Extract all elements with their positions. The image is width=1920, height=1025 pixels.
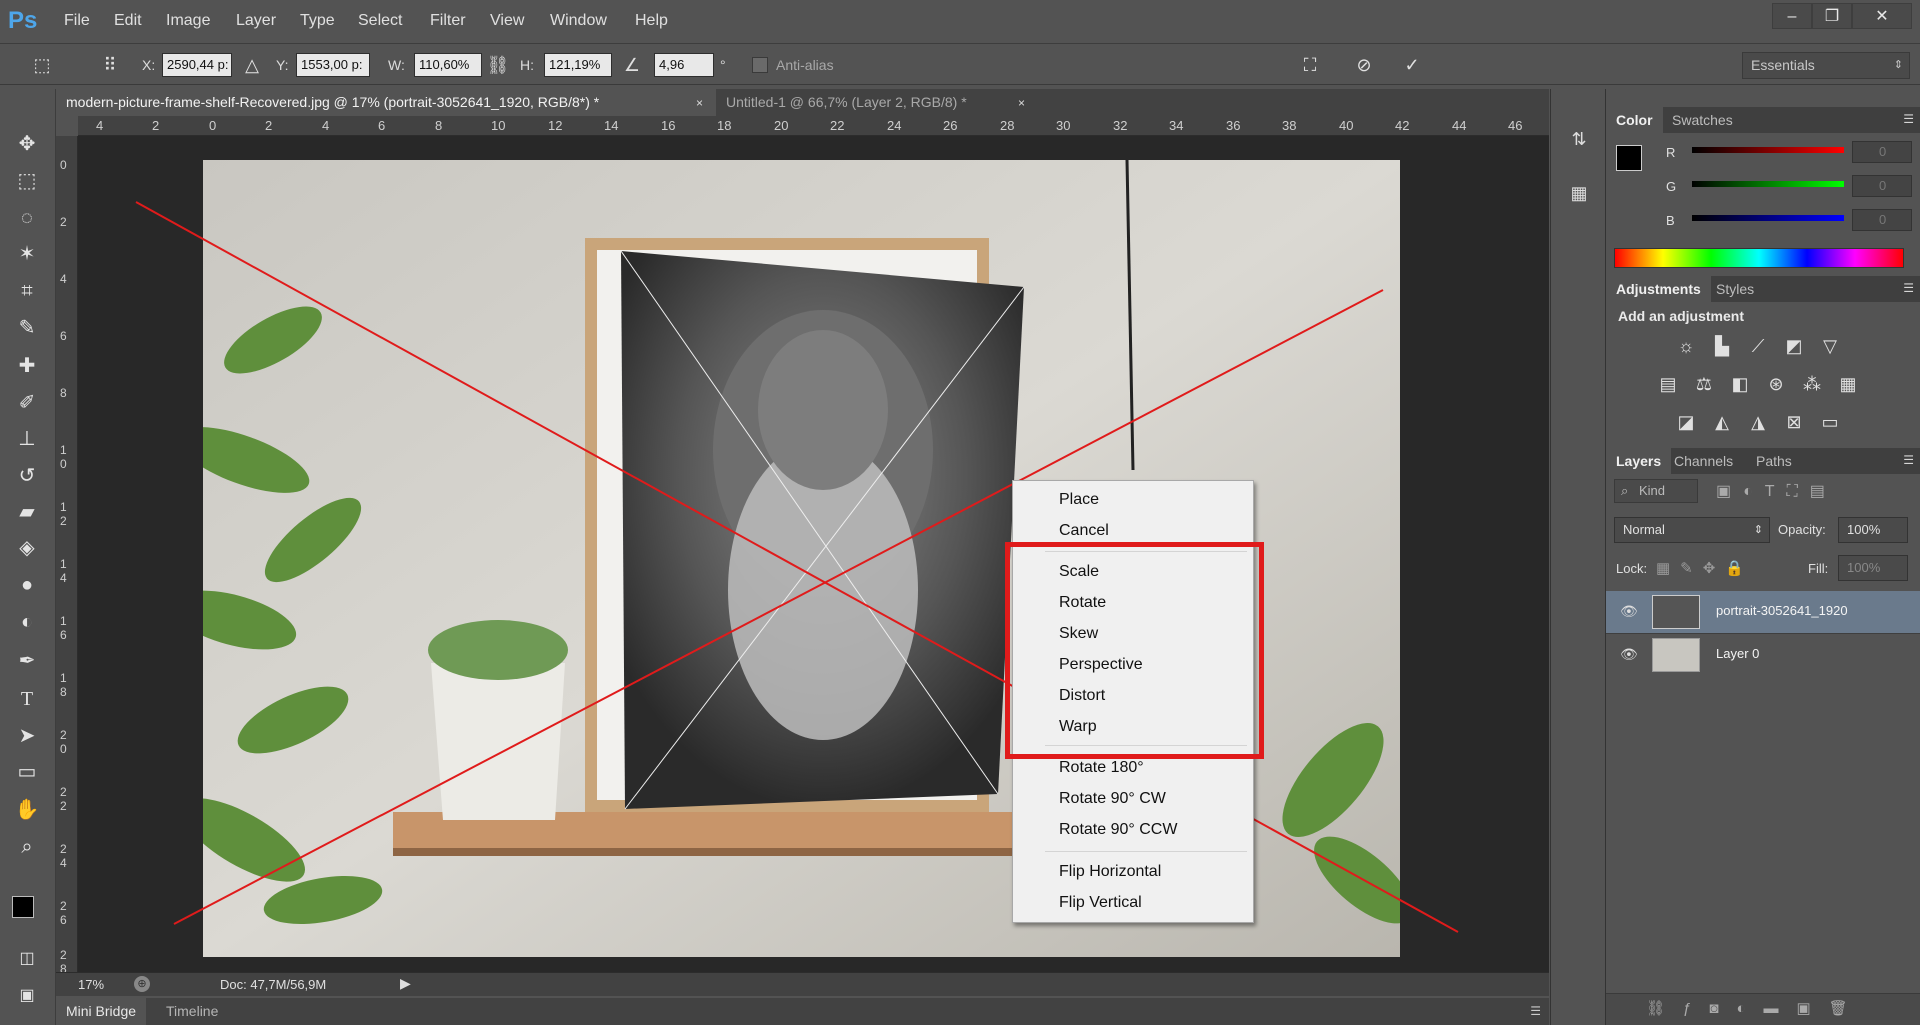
menu-item-rotate-90-cw[interactable]: Rotate 90° CW: [1059, 790, 1166, 808]
tab-adjustments[interactable]: Adjustments: [1606, 276, 1711, 302]
menu-separator: [1045, 851, 1247, 852]
menu-item-flip-horizontal[interactable]: Flip Horizontal: [1059, 863, 1161, 881]
selective-color-icon[interactable]: ▭: [1816, 409, 1844, 435]
exposure-icon[interactable]: ◩: [1780, 333, 1808, 359]
properties-panel-icon[interactable]: ▦: [1565, 183, 1593, 211]
menu-item-rotate-180[interactable]: Rotate 180°: [1059, 759, 1144, 777]
layers-panel-header: Layers Channels Paths ☰: [1606, 448, 1920, 474]
tab-color[interactable]: Color: [1606, 107, 1663, 133]
tab-styles[interactable]: Styles: [1706, 276, 1764, 302]
layer-name[interactable]: portrait-3052641_1920: [1716, 603, 1848, 618]
g-label: G: [1666, 179, 1677, 194]
status-bar: 17% ⊕ Doc: 47,7M/56,9M ▶: [56, 972, 1549, 996]
menu-item-cancel[interactable]: Cancel: [1059, 522, 1109, 540]
menu-item-rotate-90-ccw[interactable]: Rotate 90° CCW: [1059, 821, 1177, 839]
photo-filter-icon[interactable]: ⊛: [1762, 371, 1790, 397]
doc-size: Doc: 47,7M/56,9M: [220, 977, 327, 992]
posterize-icon[interactable]: ◭: [1708, 409, 1736, 435]
layer-row-portrait[interactable]: 👁 portrait-3052641_1920: [1606, 591, 1920, 633]
black-white-icon[interactable]: ◧: [1726, 371, 1754, 397]
opacity-label: Opacity:: [1778, 522, 1826, 537]
r-value-field[interactable]: 0: [1852, 141, 1912, 163]
b-label: B: [1666, 213, 1675, 228]
layer-thumbnail: [1652, 638, 1700, 672]
kind-filter-select[interactable]: ⌕ Kind: [1614, 479, 1698, 503]
fill-field[interactable]: 100%: [1838, 555, 1908, 581]
color-balance-icon[interactable]: ⚖: [1690, 371, 1718, 397]
panel-menu-icon[interactable]: ☰: [1903, 112, 1914, 126]
blue-slider[interactable]: [1692, 215, 1844, 221]
green-slider[interactable]: [1692, 181, 1844, 187]
hue-saturation-icon[interactable]: ▤: [1654, 371, 1682, 397]
tab-layers[interactable]: Layers: [1606, 448, 1672, 474]
layers-footer-icons[interactable]: ⛓ƒ◙◐▬▣🗑: [1606, 993, 1920, 1025]
gradient-map-icon[interactable]: ⊠: [1780, 409, 1808, 435]
red-slider[interactable]: [1692, 147, 1844, 153]
color-panel-header: Color Swatches ☰: [1606, 107, 1920, 133]
right-panels: Color Swatches ☰ R 0 G 0 B 0 Adjustments…: [1606, 89, 1920, 1025]
blend-mode-label: Normal: [1623, 522, 1665, 537]
history-panel-icon[interactable]: ⇅: [1565, 129, 1593, 157]
zoom-level[interactable]: 17%: [78, 977, 104, 992]
layer-row-layer0[interactable]: 👁 Layer 0: [1606, 633, 1920, 675]
menu-item-flip-vertical[interactable]: Flip Vertical: [1059, 894, 1142, 912]
search-icon: ⌕: [1621, 483, 1629, 498]
layer-name[interactable]: Layer 0: [1716, 646, 1759, 661]
g-value-field[interactable]: 0: [1852, 175, 1912, 197]
panel-menu-icon[interactable]: ☰: [1903, 453, 1914, 467]
vibrance-icon[interactable]: ▽: [1816, 333, 1844, 359]
r-label: R: [1666, 145, 1676, 160]
tab-paths[interactable]: Paths: [1746, 448, 1802, 474]
tab-timeline[interactable]: Timeline: [156, 998, 228, 1025]
lock-label: Lock:: [1616, 561, 1648, 576]
opacity-field[interactable]: 100%: [1838, 517, 1908, 543]
color-spectrum-ramp[interactable]: [1614, 248, 1904, 268]
red-highlight-box: [1005, 542, 1264, 759]
panel-menu-icon[interactable]: ☰: [1530, 1004, 1541, 1018]
b-value-field[interactable]: 0: [1852, 209, 1912, 231]
fg-color-swatch[interactable]: [1616, 145, 1642, 171]
brightness-icon[interactable]: ☼: [1672, 333, 1700, 359]
kind-label: Kind: [1639, 483, 1666, 498]
blend-mode-select[interactable]: Normal ⇕: [1614, 517, 1770, 543]
visibility-eye-icon[interactable]: 👁: [1620, 603, 1638, 620]
panel-menu-icon[interactable]: ☰: [1903, 281, 1914, 295]
panel-dock-strip: ⇅ ▦: [1550, 89, 1606, 1025]
lock-icons[interactable]: ▦✎✥🔒: [1656, 559, 1754, 577]
levels-icon[interactable]: ▙: [1708, 333, 1736, 359]
status-menu-arrow-icon[interactable]: ▶: [400, 975, 411, 992]
channel-mixer-icon[interactable]: ⁂: [1798, 371, 1826, 397]
invert-icon[interactable]: ◪: [1672, 409, 1700, 435]
visibility-eye-icon[interactable]: 👁: [1620, 646, 1638, 663]
layer-thumbnail: [1652, 595, 1700, 629]
curves-icon[interactable]: ⟋: [1744, 333, 1772, 359]
bottom-panel-tabs: Mini Bridge Timeline ☰: [56, 998, 1549, 1025]
tab-channels[interactable]: Channels: [1664, 448, 1743, 474]
menu-item-place[interactable]: Place: [1059, 491, 1099, 509]
adjustments-title: Add an adjustment: [1618, 308, 1745, 324]
layer-filter-icons[interactable]: ▣◐T⛶▤: [1716, 481, 1837, 501]
threshold-icon[interactable]: ◮: [1744, 409, 1772, 435]
share-icon[interactable]: ⊕: [134, 976, 150, 992]
tab-mini-bridge[interactable]: Mini Bridge: [56, 998, 147, 1025]
tab-swatches[interactable]: Swatches: [1662, 107, 1743, 133]
color-lookup-icon[interactable]: ▦: [1834, 371, 1862, 397]
adjustments-panel-header: Adjustments Styles ☰: [1606, 276, 1920, 302]
fill-label: Fill:: [1808, 561, 1829, 576]
chevron-updown-icon: ⇕: [1753, 524, 1763, 536]
